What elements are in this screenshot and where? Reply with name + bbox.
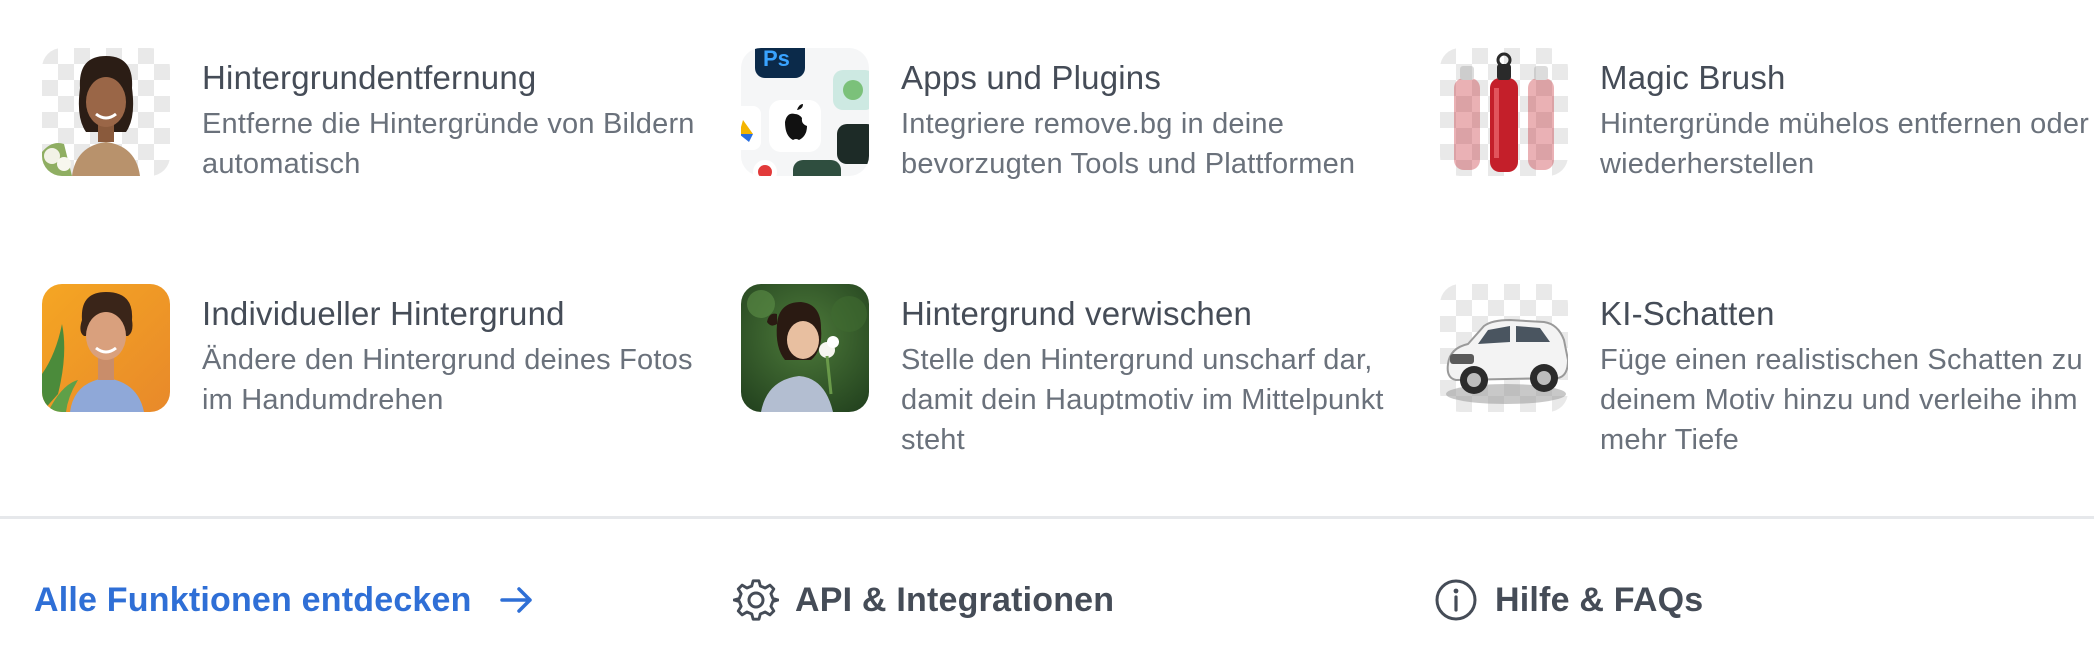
all-features-link[interactable]: Alle Funktionen entdecken xyxy=(34,572,540,628)
feature-title: Magic Brush xyxy=(1600,59,1786,96)
feature-title: Hintergrund verwischen xyxy=(901,295,1253,332)
feature-apps-plugins[interactable]: Ps Apps und Plugins Integriere remove.bg… xyxy=(741,48,1401,184)
feature-blur-background[interactable]: Hintergrund verwischen Stelle den Hinter… xyxy=(741,284,1401,460)
feature-background-removal[interactable]: Hintergrundentfernung Entferne die Hinte… xyxy=(42,48,702,184)
feature-description: Hintergründe mühelos entfernen oder wied… xyxy=(1600,108,2090,180)
api-integrations-link[interactable]: API & Integrationen xyxy=(733,572,1114,628)
portrait-man-thumbnail xyxy=(42,284,170,412)
car-thumbnail xyxy=(1440,284,1568,412)
api-integrations-label: API & Integrationen xyxy=(795,580,1115,619)
arrow-right-icon xyxy=(494,577,540,623)
feature-description: Stelle den Hintergrund unscharf dar, dam… xyxy=(901,344,1384,456)
app-icons-thumbnail: Ps xyxy=(741,48,869,176)
feature-description: Integriere remove.bg in deine bevorzugte… xyxy=(901,108,1356,180)
feature-title: KI-Schatten xyxy=(1600,295,1775,332)
help-faqs-link[interactable]: Hilfe & FAQs xyxy=(1433,572,1703,628)
bottles-thumbnail xyxy=(1440,48,1568,176)
portrait-woman-thumbnail xyxy=(42,48,170,176)
feature-magic-brush[interactable]: Magic Brush Hintergründe mühelos entfern… xyxy=(1440,48,2094,184)
feature-description: Füge einen realistischen Schatten zu dei… xyxy=(1600,344,2083,456)
svg-text:Ps: Ps xyxy=(763,48,790,71)
gear-icon xyxy=(733,577,779,623)
section-divider xyxy=(0,516,2094,519)
feature-title: Apps und Plugins xyxy=(901,59,1162,96)
feature-description: Entferne die Hintergründe von Bildern au… xyxy=(202,108,695,180)
girl-flower-thumbnail xyxy=(741,284,869,412)
feature-description: Ändere den Hintergrund deines Fotos im H… xyxy=(202,344,693,416)
feature-custom-background[interactable]: Individueller Hintergrund Ändere den Hin… xyxy=(42,284,702,420)
features-grid: Hintergrundentfernung Entferne die Hinte… xyxy=(0,0,2094,518)
feature-ai-shadow[interactable]: KI-Schatten Füge einen realistischen Sch… xyxy=(1440,284,2094,460)
feature-title: Hintergrundentfernung xyxy=(202,59,537,96)
feature-title: Individueller Hintergrund xyxy=(202,295,565,332)
features-menu: Hintergrundentfernung Entferne die Hinte… xyxy=(0,0,2094,670)
info-icon xyxy=(1433,577,1479,623)
all-features-label: Alle Funktionen entdecken xyxy=(34,580,472,619)
help-faqs-label: Hilfe & FAQs xyxy=(1495,580,1704,619)
